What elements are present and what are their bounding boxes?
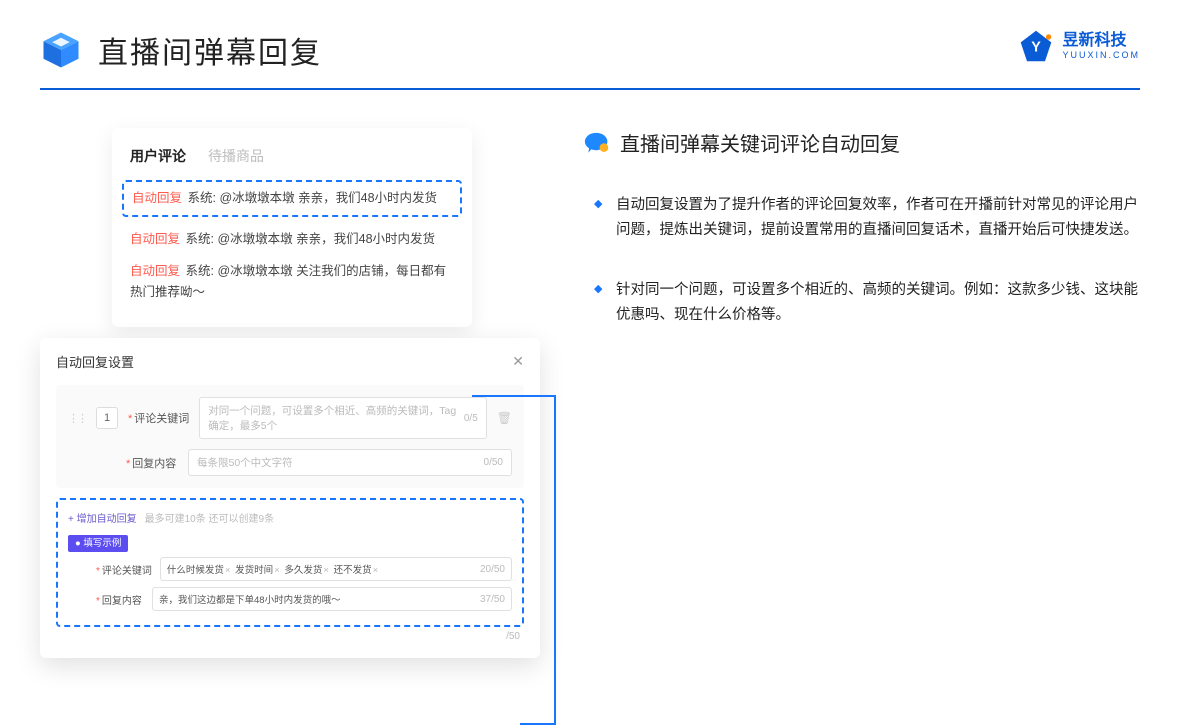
comments-card: 用户评论 待播商品 自动回复 系统: @冰墩墩本墩 亲亲，我们48小时内发货 自… [112, 128, 472, 327]
tab-pending-goods[interactable]: 待播商品 [208, 146, 264, 166]
comment-text-2: @冰墩墩本墩 亲亲，我们48小时内发货 [217, 232, 435, 246]
bullet-item: 针对同一个问题，可设置多个相近的、高频的关键词。例如：这款多少钱、这块能优惠吗、… [590, 278, 1140, 329]
brand-name-cn: 昱新科技 [1062, 33, 1140, 49]
auto-reply-settings-dialog: 自动回复设置 ✕ ⋮⋮ 1 *评论关键词 对同一个问题，可设置多个相近、高频的关… [40, 338, 540, 658]
logo-cube-icon [40, 29, 82, 71]
comment-text-1: @冰墩墩本墩 亲亲，我们48小时内发货 [219, 191, 437, 205]
sys-prefix: 系统: [188, 191, 220, 205]
brand-block: Y 昱新科技 YUUXIN.COM [1018, 28, 1140, 64]
ex-content-count: 37/50 [480, 594, 505, 605]
auto-reply-tag: 自动回复 [132, 191, 182, 205]
ex-content-input[interactable]: 亲，我们这边都是下单48小时内发货的哦～ 37/50 [152, 587, 512, 611]
content-label: 回复内容 [132, 458, 176, 470]
content-input[interactable]: 每条限50个中文字符 0/50 [188, 449, 512, 476]
keyword-placeholder: 对同一个问题，可设置多个相近、高频的关键词，Tag确定，最多5个 [208, 403, 464, 433]
keyword-input[interactable]: 对同一个问题，可设置多个相近、高频的关键词，Tag确定，最多5个 0/5 [199, 397, 486, 439]
rule-index: 1 [96, 407, 118, 429]
example-section-highlight: + 增加自动回复 最多可建10条 还可以创建9条 ● 填写示例 *评论关键词 什… [56, 498, 524, 627]
keyword-count: 0/5 [464, 413, 478, 424]
content-placeholder: 每条限50个中文字符 [197, 455, 293, 470]
sys-prefix: 系统: [186, 232, 218, 246]
drag-handle-icon[interactable]: ⋮⋮ [68, 412, 86, 425]
auto-reply-tag: 自动回复 [130, 264, 180, 278]
ex-keyword-count: 20/50 [480, 564, 505, 575]
delete-icon[interactable]: 🗑 [497, 411, 512, 425]
keyword-label: 评论关键词 [134, 413, 189, 425]
ex-content-value: 亲，我们这边都是下单48小时内发货的哦～ [159, 592, 341, 606]
brand-logo-icon: Y [1018, 28, 1054, 64]
section-subtitle: 直播间弹幕关键词评论自动回复 [620, 128, 900, 157]
ex-content-label: 回复内容 [102, 596, 142, 607]
add-hint: 最多可建10条 还可以创建9条 [145, 510, 274, 525]
sys-prefix: 系统: [186, 264, 218, 278]
tab-user-comments[interactable]: 用户评论 [130, 146, 186, 166]
bullet-item: 自动回复设置为了提升作者的评论回复效率，作者可在开播前针对常见的评论用户问题，提… [590, 193, 1140, 244]
ex-keyword-input[interactable]: 什么时候发货× 发货时间× 多久发货× 还不发货× 20/50 [160, 557, 512, 581]
comment-row: 自动回复 系统: @冰墩墩本墩 关注我们的店铺，每日都有热门推荐呦～ [130, 261, 454, 304]
svg-text:Y: Y [1032, 39, 1042, 55]
outer-count: /50 [506, 631, 520, 642]
ex-keyword-label: 评论关键词 [102, 566, 152, 577]
auto-reply-tag: 自动回复 [130, 232, 180, 246]
page-title: 直播间弹幕回复 [98, 28, 322, 72]
content-count: 0/50 [484, 457, 503, 468]
brand-name-en: YUUXIN.COM [1062, 51, 1140, 60]
comment-row: 自动回复 系统: @冰墩墩本墩 亲亲，我们48小时内发货 [130, 229, 454, 250]
chat-bubble-icon [584, 132, 610, 154]
ex-keyword-tags: 什么时候发货× 发货时间× 多久发货× 还不发货× [167, 562, 380, 576]
comment-highlight: 自动回复 系统: @冰墩墩本墩 亲亲，我们48小时内发货 [122, 180, 462, 217]
example-badge: ● 填写示例 [68, 535, 128, 552]
dialog-title: 自动回复设置 [56, 352, 134, 371]
add-auto-reply-link[interactable]: + 增加自动回复 [68, 510, 137, 525]
close-icon[interactable]: ✕ [512, 353, 524, 370]
